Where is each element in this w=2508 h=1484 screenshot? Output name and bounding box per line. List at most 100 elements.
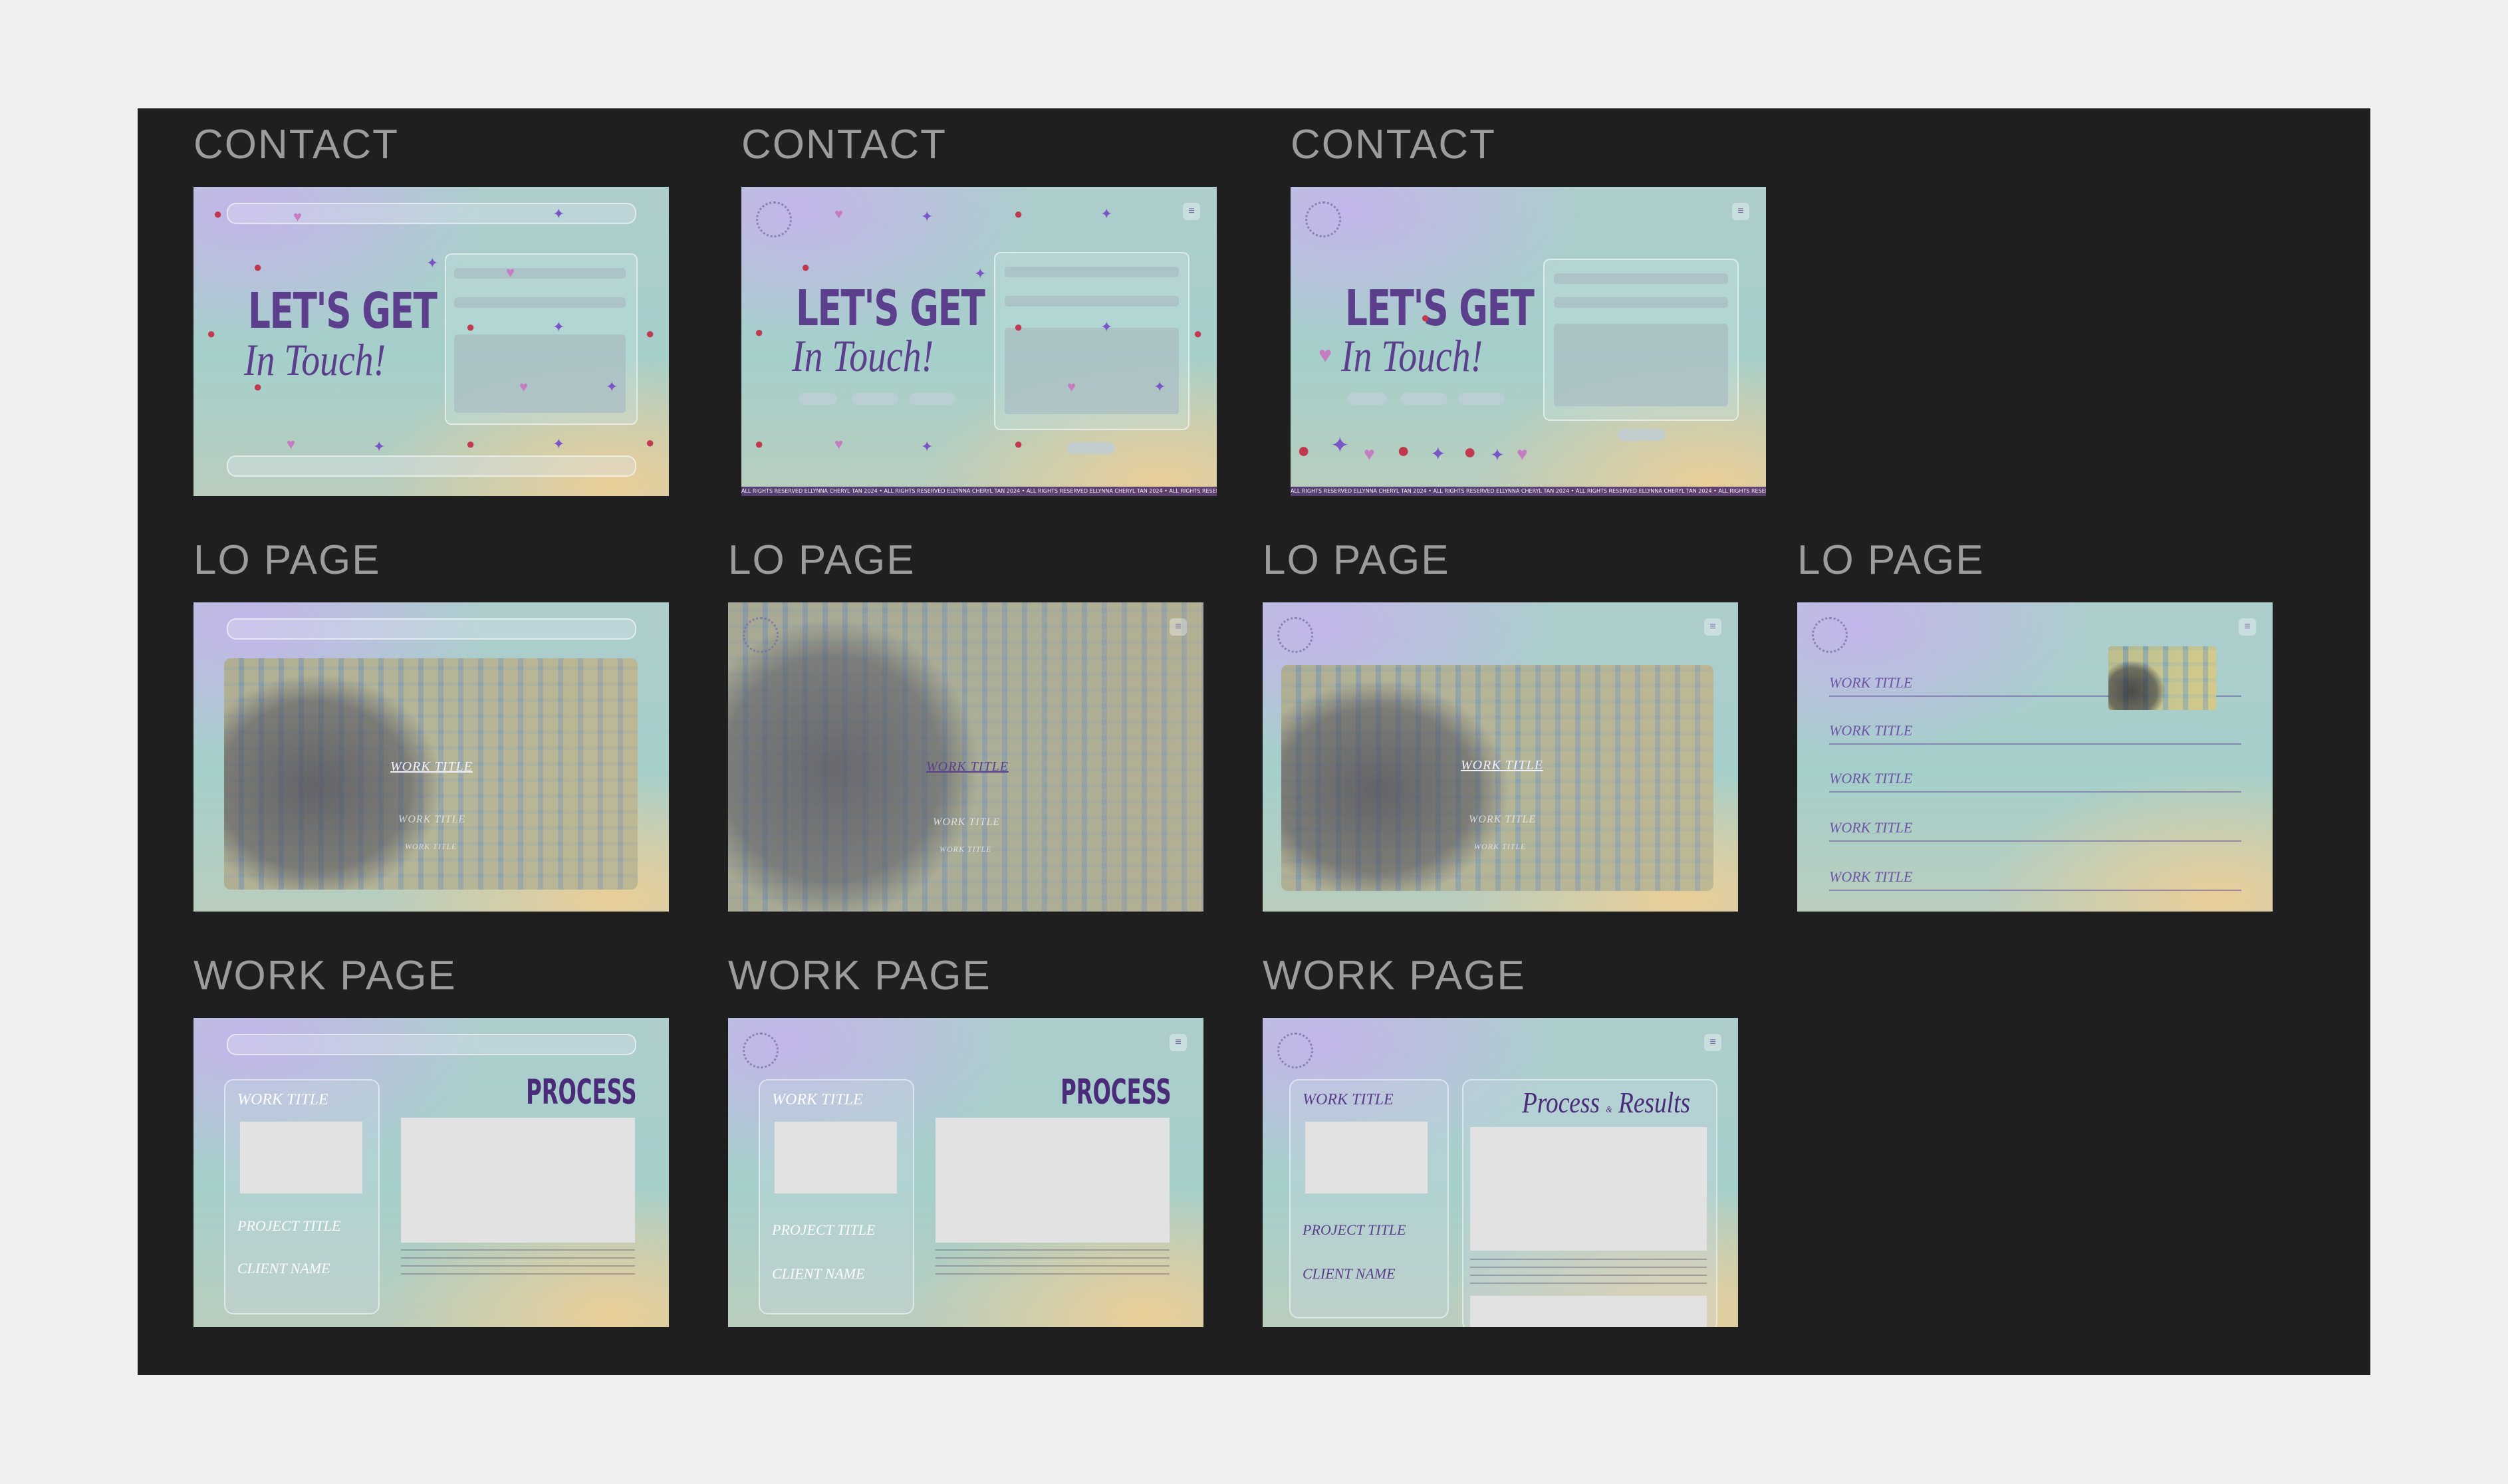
sparkle-icon: ✦	[1100, 318, 1113, 335]
frame-label-lo-1[interactable]: LO PAGE	[193, 540, 381, 581]
heart-icon: ♥	[1318, 342, 1332, 368]
work-image	[728, 602, 1203, 912]
work-title-link[interactable]: WORK TITLE	[940, 844, 991, 854]
frame-label-contact-1[interactable]: CONTACT	[193, 124, 399, 166]
image-placeholder	[775, 1122, 897, 1193]
frame-contact-mobile[interactable]: ≡ LET'S GET In Touch! ♥ ● ✦ ♥ ● ✦ ● ✦ ♥ …	[1291, 187, 1766, 496]
work-title-link[interactable]: WORK TITLE	[933, 816, 1000, 828]
nav-bar	[227, 203, 636, 224]
project-title-text: PROJECT TITLE	[1303, 1221, 1406, 1238]
frame-work-mobile[interactable]: ≡ WORK TITLE PROJECT TITLE CLIENT NAME P…	[1263, 1018, 1738, 1327]
email-field[interactable]	[1005, 296, 1179, 307]
heart-icon: ♥	[1067, 378, 1076, 395]
process-heading: PROCESS	[526, 1072, 637, 1112]
contact-heading-line2: In Touch!	[244, 334, 386, 385]
message-field[interactable]	[1005, 328, 1179, 414]
work-title-link[interactable]: WORK TITLE	[1461, 758, 1543, 773]
strawberry-icon: ●	[253, 259, 263, 275]
logo-icon	[756, 201, 792, 237]
client-name-text: CLIENT NAME	[237, 1260, 330, 1277]
menu-icon[interactable]: ≡	[1732, 203, 1749, 220]
frame-lo-tablet[interactable]: ≡ WORK TITLE WORK TITLE WORK TITLE	[728, 602, 1203, 912]
frame-work-tablet[interactable]: ≡ WORK TITLE PROJECT TITLE CLIENT NAME P…	[728, 1018, 1203, 1327]
frame-label-lo-4[interactable]: LO PAGE	[1797, 540, 1985, 581]
frame-label-lo-2[interactable]: LO PAGE	[728, 540, 916, 581]
frame-label-contact-3[interactable]: CONTACT	[1291, 124, 1496, 166]
work-title-text: WORK TITLE	[1829, 770, 1913, 787]
work-title-text: WORK TITLE	[772, 1091, 863, 1108]
work-list-item[interactable]: WORK TITLE	[1829, 864, 2241, 891]
work-title-link[interactable]: WORK TITLE	[1474, 842, 1526, 852]
work-title-link[interactable]: WORK TITLE	[1469, 814, 1536, 826]
menu-icon[interactable]: ≡	[1170, 618, 1187, 636]
social-pill[interactable]	[1458, 393, 1505, 405]
footer-ticker: ALL RIGHTS RESERVED ELLYNNA CHERYL TAN 2…	[741, 487, 1217, 496]
process-image-placeholder	[936, 1118, 1170, 1243]
menu-icon[interactable]: ≡	[2239, 618, 2256, 636]
nav-bar	[227, 1034, 636, 1055]
social-pill[interactable]	[909, 393, 955, 405]
send-button[interactable]	[1618, 429, 1666, 441]
strawberry-icon: ●	[646, 434, 655, 451]
message-field[interactable]	[1554, 324, 1728, 406]
menu-icon[interactable]: ≡	[1170, 1034, 1187, 1051]
social-pill[interactable]	[1401, 393, 1447, 405]
strawberry-icon: ●	[466, 435, 475, 452]
contact-heading-line2: In Touch!	[1341, 330, 1483, 381]
frame-label-work-3[interactable]: WORK PAGE	[1263, 955, 1526, 997]
frame-label-lo-3[interactable]: LO PAGE	[1263, 540, 1450, 581]
social-pill[interactable]	[852, 393, 898, 405]
frame-label-work-1[interactable]: WORK PAGE	[193, 955, 457, 997]
social-pill[interactable]	[799, 393, 837, 405]
work-list-item[interactable]: WORK TITLE	[1829, 766, 2241, 793]
work-title-link[interactable]: WORK TITLE	[390, 759, 473, 775]
frame-label-contact-2[interactable]: CONTACT	[741, 124, 947, 166]
sparkle-icon: ✦	[1430, 443, 1446, 464]
strawberry-icon: ●	[207, 325, 216, 342]
work-title-link[interactable]: WORK TITLE	[398, 814, 465, 826]
email-field[interactable]	[454, 297, 626, 308]
process-results-heading: Process & Results	[1522, 1088, 1690, 1118]
strawberry-icon: ●	[1397, 438, 1410, 462]
frame-work-desktop[interactable]: WORK TITLE PROJECT TITLE CLIENT NAME PRO…	[193, 1018, 669, 1327]
strawberry-icon: ●	[1193, 325, 1203, 342]
email-field[interactable]	[1554, 297, 1728, 308]
name-field[interactable]	[1005, 267, 1179, 277]
frame-lo-mobile[interactable]: ≡ WORK TITLE WORK TITLE WORK TITLE	[1263, 602, 1738, 912]
frame-contact-tablet[interactable]: ≡ LET'S GET In Touch! ♥ ✦ ● ✦ ● ✦ ● ● ✦ …	[741, 187, 1217, 496]
logo-icon	[1277, 1033, 1313, 1068]
message-field[interactable]	[454, 334, 626, 413]
menu-icon[interactable]: ≡	[1183, 203, 1200, 220]
frame-contact-desktop[interactable]: LET'S GET In Touch! ● ♥ ✦ ● ✦ ● ♥ ● ✦ ♥ …	[193, 187, 669, 496]
work-title-link[interactable]: WORK TITLE	[926, 759, 1009, 775]
client-name-text: CLIENT NAME	[772, 1265, 865, 1282]
name-field[interactable]	[1554, 273, 1728, 284]
logo-icon	[1812, 617, 1848, 653]
strawberry-icon: ●	[466, 318, 475, 335]
strawberry-icon: ●	[1421, 309, 1430, 326]
frame-lo-list[interactable]: ≡ WORK TITLE WORK TITLE WORK TITLE WORK …	[1797, 602, 2273, 912]
sparkle-icon: ✦	[553, 318, 565, 335]
strawberry-icon: ●	[1297, 438, 1311, 462]
work-image	[1281, 665, 1713, 891]
menu-icon[interactable]: ≡	[1704, 1034, 1721, 1051]
project-title-text: PROJECT TITLE	[772, 1221, 876, 1238]
sparkle-icon: ✦	[373, 438, 386, 455]
work-list-item[interactable]: WORK TITLE	[1829, 718, 2241, 745]
work-list-item[interactable]: WORK TITLE	[1829, 815, 2241, 842]
social-pill[interactable]	[1348, 393, 1386, 405]
strawberry-icon: ●	[1463, 439, 1477, 463]
heart-icon: ♥	[519, 378, 529, 395]
work-title-link[interactable]: WORK TITLE	[405, 842, 457, 852]
logo-icon	[1305, 201, 1341, 237]
send-button[interactable]	[1067, 442, 1115, 454]
sparkle-icon: ✦	[1154, 378, 1166, 395]
strawberry-icon: ●	[213, 205, 223, 222]
frame-label-work-2[interactable]: WORK PAGE	[728, 955, 991, 997]
client-name-text: CLIENT NAME	[1303, 1265, 1396, 1282]
name-field[interactable]	[454, 268, 626, 279]
contact-heading-line1: LET'S GET	[796, 280, 985, 337]
image-placeholder	[240, 1122, 362, 1193]
menu-icon[interactable]: ≡	[1704, 618, 1721, 636]
frame-lo-desktop[interactable]: WORK TITLE WORK TITLE WORK TITLE	[193, 602, 669, 912]
